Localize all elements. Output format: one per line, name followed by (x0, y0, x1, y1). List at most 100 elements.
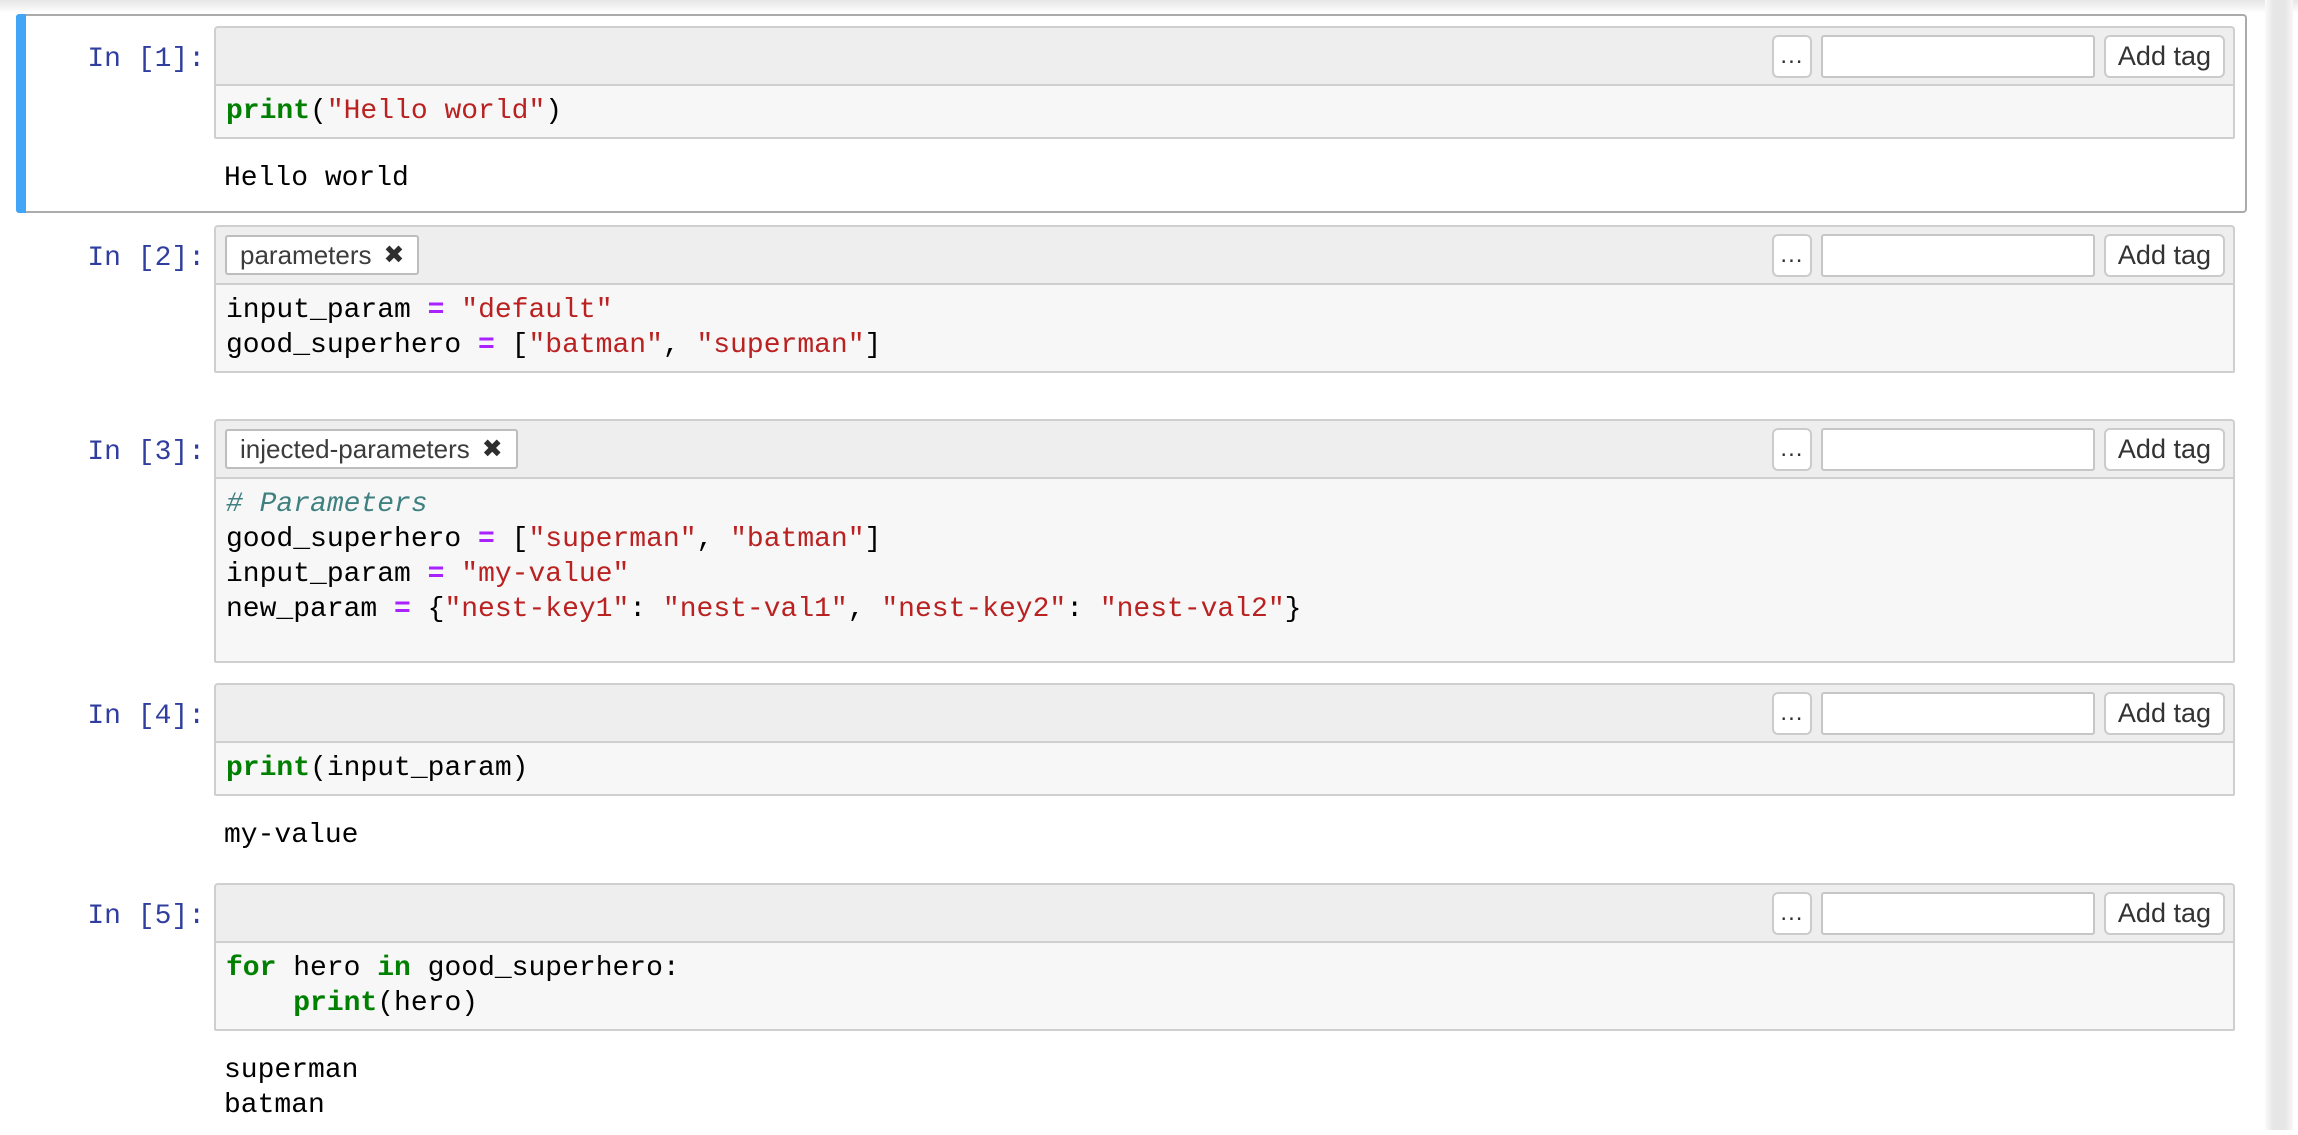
code-token: } (1285, 594, 1302, 625)
code-cell-5[interactable]: In [5]: ... Add tag for hero in good_sup… (16, 871, 2247, 1135)
code-token: # Parameters (226, 489, 428, 520)
output-prompt (28, 818, 214, 853)
add-tag-button[interactable]: Add tag (2104, 892, 2225, 935)
code-token: = (428, 295, 445, 326)
input-prompt: In [1]: (28, 26, 214, 139)
tag-input[interactable] (1821, 692, 2095, 735)
code-token: "nest-key1" (444, 594, 629, 625)
output-area: Hello world (28, 161, 2235, 196)
input-prompt: In [5]: (28, 883, 214, 1031)
output-line: superman (224, 1053, 358, 1088)
output-content: Hello world (214, 161, 409, 196)
code-token: new_param (226, 594, 394, 625)
cell-input-row: In [1]: ... Add tag print("Hello world") (28, 26, 2235, 139)
code-token: [ (495, 330, 529, 361)
tag-input[interactable] (1821, 892, 2095, 935)
cell-tags-toolbar: ... Add tag (214, 683, 2235, 741)
tag-pill: injected-parameters ✖ (225, 429, 518, 469)
add-tag-button[interactable]: Add tag (2104, 35, 2225, 78)
code-token: good_superhero (226, 330, 478, 361)
output-area: supermanbatman (28, 1053, 2235, 1123)
cell-tags-toolbar: injected-parameters ✖ ... Add tag (214, 419, 2235, 477)
tag-input[interactable] (1821, 234, 2095, 277)
code-token: input_param (226, 295, 428, 326)
add-tag-button[interactable]: Add tag (2104, 692, 2225, 735)
code-token: hero (276, 953, 377, 984)
code-cell-1[interactable]: In [1]: ... Add tag print("Hello world")… (16, 14, 2247, 213)
cell-tags-toolbar: parameters ✖ ... Add tag (214, 225, 2235, 283)
code-line: input_param = "default" (226, 293, 2233, 328)
code-editor[interactable]: print(input_param) (214, 741, 2235, 796)
code-token: , (663, 330, 697, 361)
cell-input-row: In [4]: ... Add tag print(input_param) (28, 683, 2235, 796)
cell-input-row: In [3]: injected-parameters ✖ ... Add ta… (28, 419, 2235, 663)
code-token: "Hello world" (327, 96, 545, 127)
output-line: batman (224, 1088, 358, 1123)
code-token: = (394, 594, 411, 625)
code-token: good_superhero: (411, 953, 680, 984)
output-line: my-value (224, 818, 358, 853)
cell-input-row: In [2]: parameters ✖ ... Add tag input_p… (28, 225, 2235, 373)
code-token: "default" (461, 295, 612, 326)
code-token: print (226, 96, 310, 127)
code-token: "superman" (528, 524, 696, 555)
code-editor[interactable]: for hero in good_superhero: print(hero) (214, 941, 2235, 1031)
code-line: good_superhero = ["batman", "superman"] (226, 328, 2233, 363)
code-token (444, 559, 461, 590)
code-token: ( (310, 96, 327, 127)
more-tags-button[interactable]: ... (1772, 35, 1812, 78)
code-token: for (226, 953, 276, 984)
tag-label: injected-parameters (240, 434, 470, 465)
code-token: "superman" (697, 330, 865, 361)
code-line: # Parameters (226, 487, 2233, 522)
code-cell-3[interactable]: In [3]: injected-parameters ✖ ... Add ta… (16, 407, 2247, 675)
add-tag-button[interactable]: Add tag (2104, 234, 2225, 277)
tag-input[interactable] (1821, 35, 2095, 78)
code-line: input_param = "my-value" (226, 557, 2233, 592)
more-tags-button[interactable]: ... (1772, 892, 1812, 935)
code-token: , (697, 524, 731, 555)
code-line: good_superhero = ["superman", "batman"] (226, 522, 2233, 557)
code-editor[interactable]: print("Hello world") (214, 84, 2235, 139)
code-token: "nest-val2" (1100, 594, 1285, 625)
cell-input-row: In [5]: ... Add tag for hero in good_sup… (28, 883, 2235, 1031)
code-editor[interactable]: # Parametersgood_superhero = ["superman"… (214, 477, 2235, 663)
code-token: "batman" (730, 524, 864, 555)
output-content: supermanbatman (214, 1053, 358, 1123)
tag-input[interactable] (1821, 428, 2095, 471)
remove-tag-icon[interactable]: ✖ (482, 437, 503, 462)
code-token: : (629, 594, 663, 625)
code-token: print (226, 753, 310, 784)
inner-cell: injected-parameters ✖ ... Add tag # Para… (214, 419, 2235, 663)
code-editor[interactable]: input_param = "default"good_superhero = … (214, 283, 2235, 373)
more-tags-button[interactable]: ... (1772, 234, 1812, 277)
output-content: my-value (214, 818, 358, 853)
code-line: print("Hello world") (226, 94, 2233, 129)
code-token: "my-value" (461, 559, 629, 590)
more-tags-button[interactable]: ... (1772, 428, 1812, 471)
code-token: print (293, 988, 377, 1019)
output-line: Hello world (224, 161, 409, 196)
scrollbar-track[interactable] (2265, 0, 2293, 1130)
remove-tag-icon[interactable]: ✖ (384, 243, 405, 268)
code-token: "nest-val1" (663, 594, 848, 625)
code-token: ) (545, 96, 562, 127)
cell-tags-toolbar: ... Add tag (214, 883, 2235, 941)
code-token: (input_param) (310, 753, 528, 784)
code-cell-4[interactable]: In [4]: ... Add tag print(input_param) m… (16, 671, 2247, 865)
add-tag-button[interactable]: Add tag (2104, 428, 2225, 471)
code-token: "batman" (528, 330, 662, 361)
more-tags-button[interactable]: ... (1772, 692, 1812, 735)
code-token (444, 295, 461, 326)
code-token: [ (495, 524, 529, 555)
code-cell-2[interactable]: In [2]: parameters ✖ ... Add tag input_p… (16, 213, 2247, 385)
code-token: good_superhero (226, 524, 478, 555)
code-token: input_param (226, 559, 428, 590)
code-token: { (411, 594, 445, 625)
code-token: = (428, 559, 445, 590)
output-prompt (28, 161, 214, 196)
code-token: (hero) (377, 988, 478, 1019)
inner-cell: parameters ✖ ... Add tag input_param = "… (214, 225, 2235, 373)
input-prompt: In [4]: (28, 683, 214, 796)
header-shadow (0, 0, 2298, 13)
